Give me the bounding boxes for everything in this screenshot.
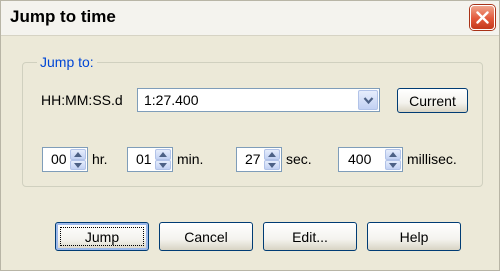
hours-up-button[interactable] [70, 149, 86, 160]
milliseconds-spinner[interactable]: 400 [338, 147, 403, 172]
combobox-dropdown-button[interactable] [358, 90, 378, 110]
milliseconds-unit-label: millisec. [407, 151, 457, 167]
seconds-up-button[interactable] [264, 149, 280, 160]
edit-button[interactable]: Edit... [263, 222, 357, 251]
close-button[interactable] [470, 5, 495, 30]
minutes-value: 01 [136, 151, 152, 167]
jump-button[interactable]: Jump [55, 222, 149, 251]
minutes-spinner[interactable]: 01 [127, 147, 173, 172]
arrow-up-icon [74, 152, 82, 157]
milliseconds-value: 400 [348, 151, 372, 167]
time-combobox[interactable]: 1:27.400 [137, 88, 380, 112]
seconds-value: 27 [245, 151, 261, 167]
arrow-down-icon [268, 162, 276, 168]
arrow-down-icon [389, 162, 397, 168]
hours-value: 00 [51, 151, 67, 167]
minutes-unit-label: min. [177, 151, 204, 167]
current-button[interactable]: Current [397, 88, 468, 113]
arrow-up-icon [389, 152, 397, 157]
focus-ring [60, 227, 144, 246]
group-legend: Jump to: [37, 54, 97, 70]
format-label: HH:MM:SS.d [41, 92, 123, 108]
help-button[interactable]: Help [367, 222, 461, 251]
seconds-unit-label: sec. [286, 151, 312, 167]
minutes-down-button[interactable] [155, 159, 171, 170]
minutes-up-button[interactable] [155, 149, 171, 160]
milliseconds-down-button[interactable] [385, 159, 401, 170]
chevron-down-icon [363, 97, 374, 105]
arrow-down-icon [74, 162, 82, 168]
seconds-spinner[interactable]: 27 [236, 147, 282, 172]
hours-down-button[interactable] [70, 159, 86, 170]
cancel-button[interactable]: Cancel [159, 222, 253, 251]
hours-unit-label: hr. [92, 151, 108, 167]
time-combobox-value: 1:27.400 [144, 92, 199, 108]
arrow-up-icon [159, 152, 167, 157]
arrow-up-icon [268, 152, 276, 157]
title-bar: Jump to time [1, 1, 499, 36]
close-icon [476, 11, 489, 24]
milliseconds-up-button[interactable] [385, 149, 401, 160]
dialog-title: Jump to time [10, 7, 116, 26]
arrow-down-icon [159, 162, 167, 168]
seconds-down-button[interactable] [264, 159, 280, 170]
hours-spinner[interactable]: 00 [42, 147, 88, 172]
